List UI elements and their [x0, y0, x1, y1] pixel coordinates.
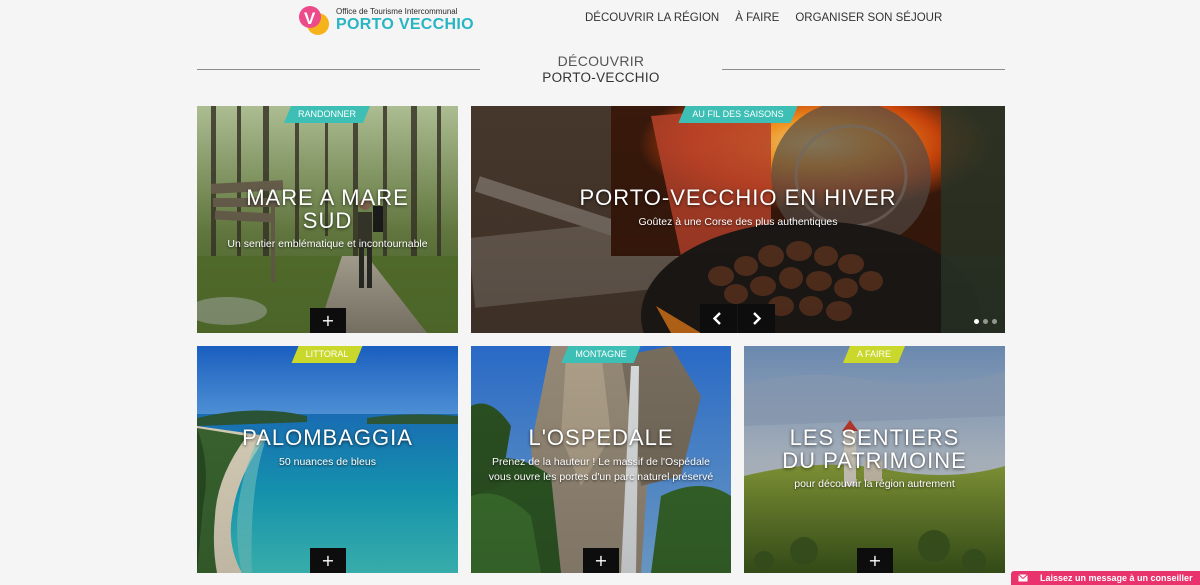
logo-badge-icon: V	[299, 6, 329, 35]
card-subtitle: Un sentier emblématique et incontournabl…	[227, 238, 428, 250]
nav-item-decouvrir[interactable]: DÉCOUVRIR LA RÉGION	[585, 10, 719, 26]
card-mare-a-mare[interactable]: RANDONNER MARE A MARE SUD Un sentier emb…	[197, 106, 458, 333]
slider-next-button[interactable]	[738, 304, 775, 333]
card-subtitle: 50 nuances de bleus	[279, 456, 376, 468]
card-subtitle: Goûtez à une Corse des plus authentiques	[638, 216, 838, 228]
tag-montagne: MONTAGNE	[561, 346, 640, 363]
logo-name: PORTO VECCHIO	[336, 16, 474, 33]
tag-label: A FAIRE	[856, 349, 892, 359]
card-title: L'OSPEDALE	[528, 425, 674, 450]
nav-item-organiser[interactable]: ORGANISER SON SÉJOUR	[795, 10, 942, 26]
nav-item-a-faire[interactable]: À FAIRE	[735, 10, 779, 26]
chevron-left-icon	[712, 312, 721, 325]
envelope-icon	[1018, 574, 1028, 582]
card-subtitle: Prenez de la hauteur ! Le massif de l'Os…	[488, 456, 714, 483]
more-button[interactable]: +	[310, 548, 346, 573]
chat-widget[interactable]: Laissez un message à un conseiller	[1011, 571, 1200, 585]
slider-dot[interactable]	[974, 319, 979, 324]
tag-label: LITTORAL	[305, 349, 349, 359]
logo-tagline: Office de Tourisme Intercommunal	[336, 7, 458, 16]
more-button[interactable]: +	[583, 548, 619, 573]
site-header: V Office de Tourisme Intercommunal PORTO…	[0, 0, 1200, 42]
chevron-right-icon	[753, 312, 762, 325]
card-subtitle: pour découvrir la région autrement	[794, 478, 955, 490]
slider-prev-button[interactable]	[700, 304, 737, 333]
tag-au-fil-des-saisons: AU FIL DES SAISONS	[678, 106, 797, 123]
main-nav: DÉCOUVRIR LA RÉGION À FAIRE ORGANISER SO…	[585, 10, 942, 26]
more-button[interactable]: +	[310, 308, 346, 333]
tag-label: MONTAGNE	[575, 349, 627, 359]
slider-dot[interactable]	[983, 319, 988, 324]
tag-label: RANDONNER	[297, 109, 357, 119]
tag-randonner: RANDONNER	[284, 106, 370, 123]
tag-littoral: LITTORAL	[292, 346, 363, 363]
card-porto-vecchio-hiver[interactable]: AU FIL DES SAISONS PORTO-VECCHIO EN HIVE…	[471, 106, 1005, 333]
more-button[interactable]: +	[857, 548, 893, 573]
heading-divider-left	[197, 69, 480, 70]
card-palombaggia[interactable]: LITTORAL PALOMBAGGIA 50 nuances de bleus…	[197, 346, 458, 573]
card-title: LES SENTIERS DU PATRIMOINE	[782, 425, 967, 473]
heading-divider-right	[722, 69, 1005, 70]
card-ospedale[interactable]: MONTAGNE L'OSPEDALE Prenez de la hauteur…	[471, 346, 731, 573]
card-title: MARE A MARE SUD	[246, 185, 409, 233]
card-title: PORTO-VECCHIO EN HIVER	[579, 185, 897, 210]
site-logo[interactable]: V Office de Tourisme Intercommunal PORTO…	[296, 2, 474, 38]
section-title: PORTO-VECCHIO	[542, 70, 660, 85]
card-title: PALOMBAGGIA	[242, 425, 413, 450]
logo-badge-letter: V	[304, 9, 316, 28]
section-kicker: DÉCOUVRIR	[557, 53, 645, 69]
tag-a-faire: A FAIRE	[843, 346, 905, 363]
card-sentiers-patrimoine[interactable]: A FAIRE LES SENTIERS DU PATRIMOINE pour …	[744, 346, 1005, 573]
tag-label: AU FIL DES SAISONS	[692, 109, 784, 119]
slider-dots	[974, 319, 997, 324]
slider-dot[interactable]	[992, 319, 997, 324]
chat-label: Laissez un message à un conseiller	[1040, 573, 1193, 583]
